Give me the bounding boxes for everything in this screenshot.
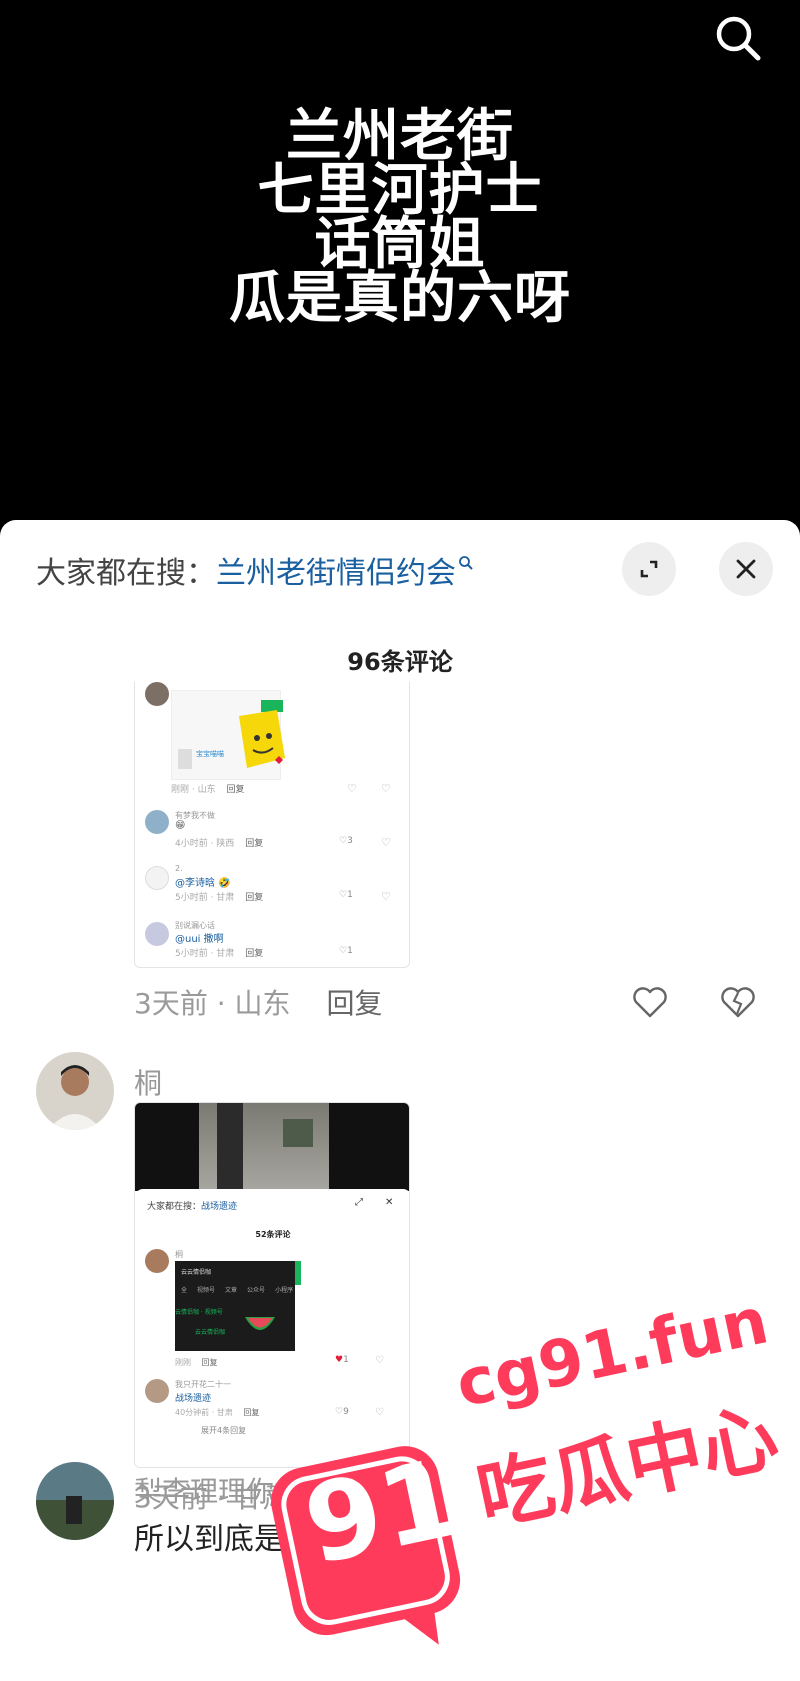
inner-text: @李诗晗 🤣 bbox=[175, 878, 231, 889]
comment-author[interactable]: 梨李理理你 bbox=[134, 1470, 274, 1510]
video-title-line: 兰州老街 bbox=[286, 104, 514, 169]
avatar[interactable] bbox=[36, 1462, 114, 1540]
inner-avatar bbox=[145, 810, 169, 834]
inner-text: @uui 撒啊 bbox=[175, 934, 224, 945]
inner-reply: 回复 bbox=[245, 949, 264, 959]
video-title-line: 七里河护士 bbox=[257, 158, 543, 223]
inner-like-count: ♡1 bbox=[339, 946, 353, 956]
expand-button[interactable] bbox=[622, 542, 676, 596]
comment-time-location: 3天前 · 山东 bbox=[134, 987, 291, 1020]
inner-like-count: ♡3 bbox=[339, 836, 353, 846]
shot-meta: 40分钟前 · 甘肃 回复 bbox=[175, 1407, 259, 1418]
avatar[interactable] bbox=[36, 1052, 114, 1130]
shot-meta-text: 刚刚 bbox=[175, 1358, 191, 1367]
shot-hot-label: 大家都在搜： bbox=[147, 1202, 202, 1212]
shot-card-tab: 文章 bbox=[225, 1287, 238, 1294]
hot-search-query[interactable]: 兰州老街情侣约会 bbox=[216, 548, 456, 592]
inner-meta-text: 刚刚 · 山东 bbox=[171, 785, 216, 795]
comment-count: 96条评论 bbox=[347, 648, 453, 676]
search-button[interactable] bbox=[712, 12, 764, 64]
shot-card-tab: 小程序 bbox=[275, 1287, 294, 1294]
comment-meta: 3天前 · 山东 回复 bbox=[134, 982, 383, 1022]
shot-name: 桐 bbox=[175, 1250, 183, 1259]
shot-avatar bbox=[145, 1249, 169, 1273]
inner-dislike-icon: ♡ bbox=[381, 836, 391, 849]
inner-meta: 5小时前 · 甘肃 回复 bbox=[175, 890, 263, 903]
inner-text: 😁 bbox=[175, 820, 186, 831]
inner-meta-text: 5小时前 · 甘肃 bbox=[175, 949, 235, 959]
inner-heart-icon: ♡ bbox=[347, 782, 357, 795]
inner-avatar bbox=[145, 922, 169, 946]
inner-meta: 5小时前 · 甘肃 回复 bbox=[175, 946, 263, 959]
inner-reply: 回复 bbox=[226, 785, 245, 795]
search-icon bbox=[459, 556, 473, 570]
inner-card-thumb bbox=[178, 749, 192, 769]
comment-image[interactable]: 宝宝喵喵 刚刚 · 山东 回复 ♡ ♡ 有梦我不做 😁 4小时前 · 陕西 回复… bbox=[134, 682, 410, 968]
inner-likes: 3 bbox=[347, 836, 353, 846]
inner-meta-text: 5小时前 · 甘肃 bbox=[175, 893, 235, 903]
expand-icon bbox=[640, 560, 658, 578]
hot-search-label: 大家都在搜： bbox=[36, 556, 216, 591]
inner-likes: 1 bbox=[347, 946, 353, 956]
comment-author[interactable]: 桐 bbox=[134, 1062, 162, 1102]
hot-search-bar[interactable]: 大家都在搜： 兰州老街情侣约会 bbox=[36, 548, 474, 592]
shot-reply: 回复 bbox=[243, 1408, 260, 1417]
inner-card-name: 宝宝喵喵 bbox=[196, 750, 224, 758]
search-icon bbox=[716, 16, 761, 61]
inner-name: 2. bbox=[175, 864, 183, 873]
close-button[interactable] bbox=[719, 542, 773, 596]
inner-avatar bbox=[145, 682, 169, 706]
shot-card-title: 云云情侣咖 bbox=[181, 1269, 212, 1276]
inner-reply: 回复 bbox=[245, 839, 264, 849]
shot-card: 云云情侣咖 全 视频号 文章 公众号 小程序 云情侣咖 · 视频号 云云情侣咖 bbox=[175, 1261, 295, 1351]
shot-hot-search: 大家都在搜：战场遗迹 bbox=[147, 1199, 237, 1212]
shot-card-tab: 公众号 bbox=[247, 1287, 266, 1294]
watermelon-icon bbox=[245, 1317, 275, 1330]
video-title: 兰州老街 七里河护士 话筒姐 瓜是真的六呀 bbox=[0, 104, 800, 331]
close-icon bbox=[736, 559, 756, 579]
shot-card-line: 云云情侣咖 bbox=[195, 1329, 226, 1336]
shot-hot-query: 战场遗迹 bbox=[201, 1202, 238, 1212]
shot-card-tabs: 全 视频号 文章 公众号 小程序 bbox=[181, 1285, 293, 1294]
heart-icon[interactable] bbox=[630, 982, 670, 1022]
video-title-line: 话筒姐 bbox=[314, 212, 486, 277]
avatar-image bbox=[36, 1462, 114, 1540]
shot-card-tab: 全 bbox=[181, 1287, 188, 1294]
shot-card-line: 云情侣咖 · 视频号 bbox=[175, 1309, 223, 1316]
inner-dislike-icon: ♡ bbox=[381, 782, 391, 795]
shot-photo bbox=[199, 1103, 329, 1191]
video-title-line: 瓜是真的六呀 bbox=[229, 266, 571, 331]
shot-meta-text: 40分钟前 · 甘肃 bbox=[175, 1408, 233, 1417]
shot-green-tag bbox=[295, 1261, 301, 1285]
inner-avatar bbox=[145, 866, 169, 890]
inner-meta: 刚刚 · 山东 回复 bbox=[171, 782, 244, 795]
shot-count: 52条评论 bbox=[255, 1230, 291, 1239]
inner-likes: 1 bbox=[347, 890, 353, 900]
shot-name: 我只开花二十一 bbox=[175, 1380, 231, 1389]
comment-item: 宝宝喵喵 刚刚 · 山东 回复 ♡ ♡ 有梦我不做 😁 4小时前 · 陕西 回复… bbox=[0, 682, 800, 1082]
shot-video-area bbox=[135, 1103, 409, 1191]
inner-like-count: ♡1 bbox=[339, 890, 353, 900]
inner-reply: 回复 bbox=[245, 893, 264, 903]
sticker-image bbox=[239, 710, 285, 768]
shot-reply: 回复 bbox=[201, 1358, 218, 1367]
inner-meta-text: 4小时前 · 陕西 bbox=[175, 839, 235, 849]
broken-heart-icon[interactable] bbox=[718, 982, 758, 1022]
shot-expand-replies: 展开4条回复 bbox=[201, 1426, 247, 1435]
shot-expand-icon: ⤢ bbox=[355, 1197, 363, 1208]
avatar-image bbox=[36, 1052, 114, 1130]
shot-card-tab: 视频号 bbox=[197, 1287, 216, 1294]
shot-meta: 刚刚 回复 bbox=[175, 1357, 218, 1368]
watermark-logo: 91 cg91.fun 吃瓜中心 bbox=[270, 1284, 800, 1681]
shot-close-icon: ✕ bbox=[385, 1197, 394, 1208]
inner-meta: 4小时前 · 陕西 回复 bbox=[175, 836, 263, 849]
inner-dislike-icon: ♡ bbox=[381, 890, 391, 903]
reply-button[interactable]: 回复 bbox=[327, 982, 383, 1022]
video-area[interactable]: 兰州老街 七里河护士 话筒姐 瓜是真的六呀 bbox=[0, 0, 800, 540]
shot-avatar bbox=[145, 1379, 169, 1403]
shot-text: 战场遗迹 bbox=[175, 1394, 212, 1404]
